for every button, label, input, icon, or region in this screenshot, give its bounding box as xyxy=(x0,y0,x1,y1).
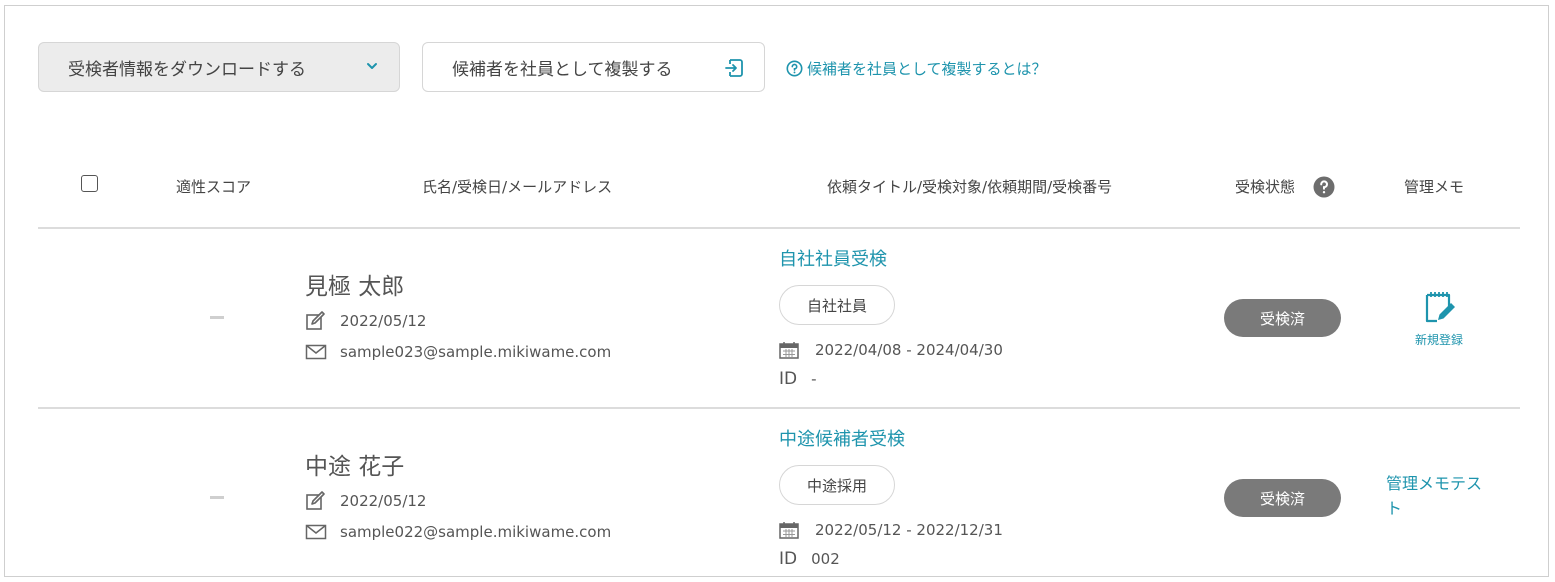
chevron-down-icon xyxy=(367,63,377,69)
target-tag: 中途採用 xyxy=(779,465,895,505)
header-score: 適性スコア xyxy=(176,178,252,196)
score-empty-dash xyxy=(210,496,224,499)
memo-new-button[interactable]: 新規登録 xyxy=(1408,289,1470,348)
download-button-label: 受検者情報をダウンロードする xyxy=(68,59,306,80)
header-request: 依頼タイトル/受検対象/依頼期間/受検番号 xyxy=(827,178,1113,196)
duplicate-help-link[interactable]: 候補者を社員として複製するとは？ xyxy=(786,58,1047,79)
memo-new-label: 新規登録 xyxy=(1414,333,1463,347)
exam-date-value: 2022/05/12 xyxy=(340,312,427,330)
id-label: ID xyxy=(779,549,798,569)
email: sample023@sample.mikiwame.com xyxy=(305,342,611,362)
examinee-name: 見極 太郎 xyxy=(305,274,405,300)
question-circle-icon xyxy=(786,60,803,77)
header-memo: 管理メモ xyxy=(1404,178,1465,196)
exam-date: 2022/05/12 xyxy=(305,311,426,331)
period-value: 2022/05/12 - 2022/12/31 xyxy=(815,521,1003,539)
exam-date: 2022/05/12 xyxy=(305,491,426,511)
edit-icon xyxy=(306,311,325,330)
edit-icon xyxy=(306,491,325,510)
status-badge: 受検済 xyxy=(1224,479,1341,517)
target-tag: 自社社員 xyxy=(779,285,895,325)
id-value: - xyxy=(811,370,817,388)
status-badge: 受検済 xyxy=(1224,299,1341,337)
request-period: 2022/05/12 - 2022/12/31 xyxy=(779,521,1003,539)
table-row: 中途 花子 2022/05/12 sample022@sample.mikiwa… xyxy=(38,409,1520,582)
help-link-label: 候補者を社員として複製するとは？ xyxy=(807,60,1047,78)
select-all-checkbox[interactable] xyxy=(81,175,98,192)
id-value: 002 xyxy=(811,550,840,568)
header-status: 受検状態 xyxy=(1235,178,1296,196)
email: sample022@sample.mikiwame.com xyxy=(305,522,611,542)
memo-new-icon xyxy=(1425,292,1455,323)
request-title-link[interactable]: 自社社員受検 xyxy=(779,245,887,271)
duplicate-icon xyxy=(725,59,743,77)
examinee-name: 中途 花子 xyxy=(305,454,405,480)
duplicate-as-employee-button[interactable]: 候補者を社員として複製する xyxy=(422,42,765,92)
exam-id: ID 002 xyxy=(779,549,840,569)
duplicate-button-label: 候補者を社員として複製する xyxy=(452,59,673,80)
header-person: 氏名/受検日/メールアドレス xyxy=(422,178,613,196)
status-help-icon[interactable] xyxy=(1313,176,1335,198)
mail-icon xyxy=(305,344,327,360)
request-period: 2022/04/08 - 2024/04/30 xyxy=(779,341,1003,359)
email-value: sample022@sample.mikiwame.com xyxy=(340,523,612,541)
request-title-link[interactable]: 中途候補者受検 xyxy=(779,425,905,451)
score-empty-dash xyxy=(210,316,224,319)
calendar-icon xyxy=(779,342,799,359)
exam-date-value: 2022/05/12 xyxy=(340,492,427,510)
calendar-icon xyxy=(779,522,799,539)
period-value: 2022/04/08 - 2024/04/30 xyxy=(815,341,1003,359)
email-value: sample023@sample.mikiwame.com xyxy=(340,343,612,361)
id-label: ID xyxy=(779,369,798,389)
download-examinee-info-button[interactable]: 受検者情報をダウンロードする xyxy=(38,42,400,92)
mail-icon xyxy=(305,524,327,540)
exam-id: ID - xyxy=(779,369,817,389)
memo-link[interactable]: 管理メモテスト xyxy=(1386,471,1496,521)
table-row: 見極 太郎 2022/05/12 sample023@sample.mikiwa… xyxy=(38,229,1520,407)
